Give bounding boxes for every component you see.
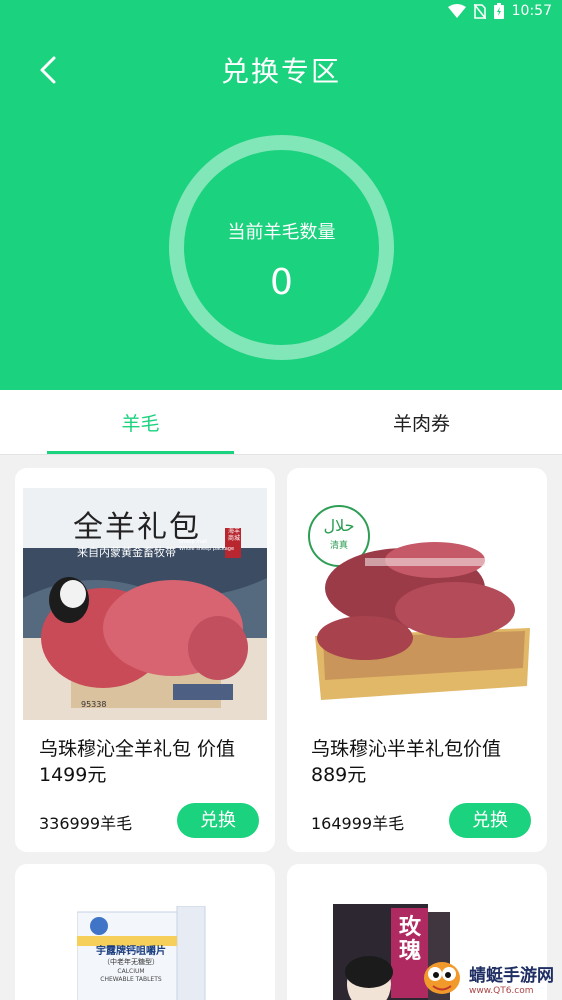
exchange-button[interactable]: 兑换 (177, 803, 259, 838)
image-sub: 来自内蒙黄金畜牧带 (77, 546, 176, 559)
image-sub-en: Sheep mall Whole sheep package (179, 539, 235, 552)
wool-counter-value: 0 (270, 262, 293, 303)
product-name: 乌珠穆沁全羊礼包 价值1499元 (39, 738, 236, 786)
image-title: 宇露牌钙咀嚼片 (96, 946, 166, 957)
page-title: 兑换专区 (220, 55, 341, 88)
product-card[interactable]: 全羊礼包 来自内蒙黄金畜牧带 Sheep mall Whole sheep pa… (15, 468, 275, 852)
dragonfly-logo-icon (421, 956, 463, 1000)
wool-counter-ring: 当前羊毛数量 0 (169, 135, 394, 360)
product-name: 乌珠穆沁半羊礼包价值889元 (311, 738, 502, 786)
status-bar: 10:57 (0, 0, 562, 26)
exchange-button[interactable]: 兑换 (449, 803, 531, 838)
tab-active-indicator (47, 451, 234, 454)
image-stamp: 海羊商城 (227, 528, 240, 542)
tab-bar: 羊毛 羊肉券 (0, 390, 562, 455)
image-en: CALCIUM CHEWABLE TABLETS (100, 968, 162, 983)
status-time: 10:57 (511, 3, 552, 19)
product-image: حلال 清真 (295, 488, 539, 720)
product-card[interactable]: 宇露牌钙咀嚼片 （中老年无糖型） CALCIUM CHEWABLE TABLET… (15, 864, 275, 1000)
product-image: 全羊礼包 来自内蒙黄金畜牧带 Sheep mall Whole sheep pa… (23, 488, 267, 720)
watermark-name: 蜻蜓手游网 (469, 965, 554, 986)
watermark: 蜻蜓手游网 www.QT6.com (421, 956, 554, 1000)
halal-logo-sub: 清真 (329, 541, 348, 551)
battery-icon (493, 3, 504, 19)
product-image: 宇露牌钙咀嚼片 （中老年无糖型） CALCIUM CHEWABLE TABLET… (76, 905, 207, 1000)
image-box-code: 95338 (81, 700, 107, 709)
wifi-icon (447, 4, 466, 18)
product-price: 164999羊毛 (311, 814, 405, 833)
no-sim-icon (473, 3, 486, 19)
tab-wool[interactable]: 羊毛 (47, 390, 234, 455)
product-card[interactable]: حلال 清真 乌珠穆沁半羊礼包价值889元 164999羊毛 兑换 (287, 468, 547, 852)
product-price: 336999羊毛 (39, 814, 133, 833)
halal-logo-text: حلال (323, 516, 355, 535)
watermark-url: www.QT6.com (469, 985, 534, 996)
tab-mutton-voucher[interactable]: 羊肉券 (328, 390, 515, 455)
wool-counter-label: 当前羊毛数量 (227, 222, 336, 243)
header: 10:57 兑换专区 当前羊毛数量 0 (0, 0, 562, 390)
image-sub: （中老年无糖型） (103, 958, 159, 966)
